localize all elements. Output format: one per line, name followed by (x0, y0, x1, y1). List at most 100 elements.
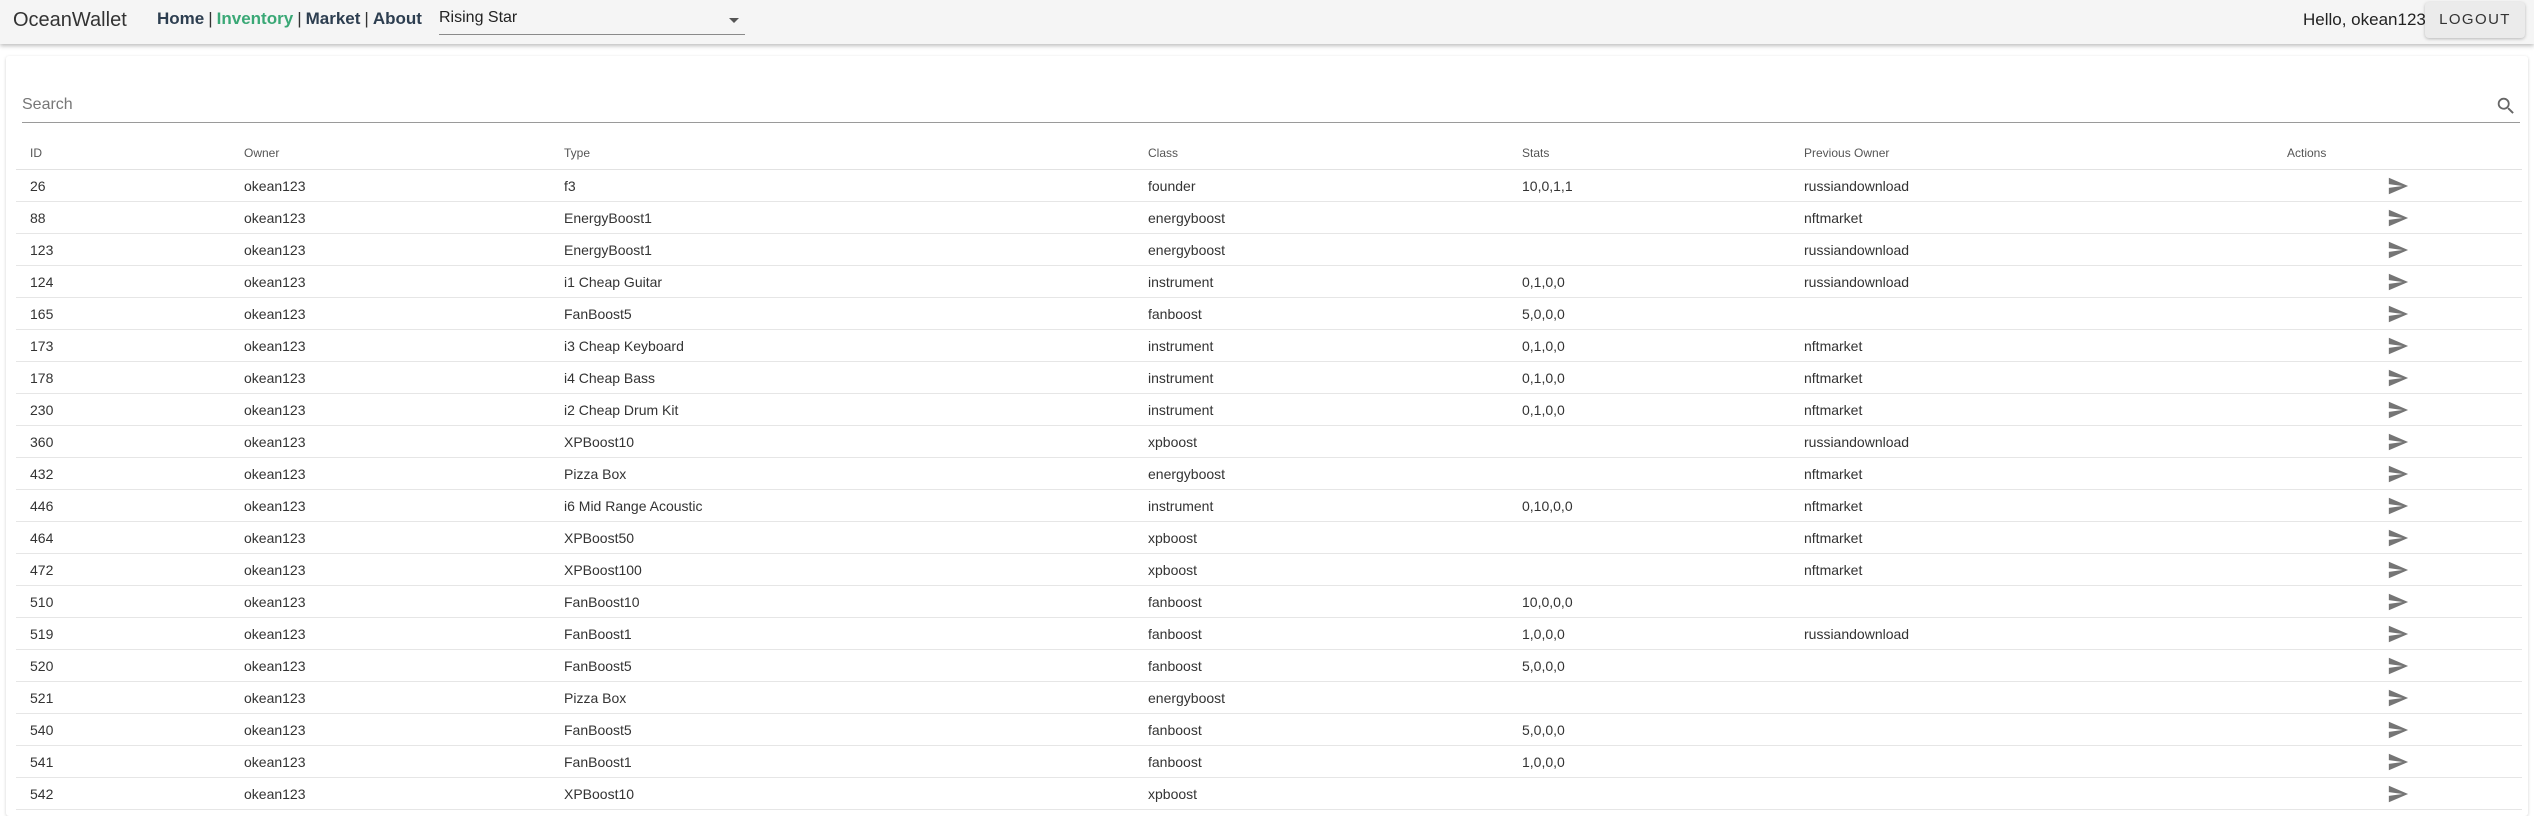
cell-type: EnergyBoost1 (550, 233, 1134, 266)
send-icon[interactable] (2387, 591, 2409, 613)
table-header-row: ID Owner Type Class Stats Previous Owner Actio… (16, 137, 2522, 170)
cell-class: instrument (1134, 361, 1508, 394)
send-icon[interactable] (2387, 719, 2409, 741)
send-icon[interactable] (2387, 559, 2409, 581)
column-header-id[interactable]: ID (16, 137, 230, 170)
table-row: 519 okean123 FanBoost1 fanboost 1,0,0,0 russi… (16, 617, 2522, 650)
user-greeting: Hello, okean123 (2303, 10, 2426, 29)
cell-actions (2273, 617, 2522, 650)
table-row: 88 okean123 EnergyBoost1 energyboost nftmark… (16, 201, 2522, 234)
cell-type: FanBoost1 (550, 745, 1134, 778)
nav-home[interactable]: Home (157, 9, 204, 28)
nav-inventory[interactable]: Inventory (217, 9, 294, 28)
send-icon[interactable] (2387, 655, 2409, 677)
cell-owner: okean123 (230, 585, 550, 618)
cell-actions (2273, 681, 2522, 714)
cell-type: Pizza Box (550, 681, 1134, 714)
cell-actions (2273, 521, 2522, 554)
column-header-owner[interactable]: Owner (230, 137, 550, 170)
cell-actions (2273, 169, 2522, 202)
cell-stats (1508, 425, 1790, 458)
cell-type: XPBoost50 (550, 521, 1134, 554)
cell-type: i1 Cheap Guitar (550, 265, 1134, 298)
nav-about[interactable]: About (373, 9, 422, 28)
send-icon[interactable] (2387, 207, 2409, 229)
cell-previous-owner: nftmarket (1790, 521, 2273, 554)
logout-button[interactable]: LOGOUT (2425, 2, 2525, 38)
brand-logo[interactable]: OceanWallet (13, 9, 127, 31)
nav-market[interactable]: Market (306, 9, 361, 28)
send-icon[interactable] (2387, 687, 2409, 709)
cell-id: 230 (16, 393, 230, 426)
send-icon[interactable] (2387, 463, 2409, 485)
cell-previous-owner (1790, 681, 2273, 714)
cell-id: 124 (16, 265, 230, 298)
cell-stats: 5,0,0,0 (1508, 713, 1790, 746)
table-row: 124 okean123 i1 Cheap Guitar instrument 0,1,… (16, 265, 2522, 298)
cell-id: 540 (16, 713, 230, 746)
send-icon[interactable] (2387, 271, 2409, 293)
cell-owner: okean123 (230, 489, 550, 522)
cell-owner: okean123 (230, 425, 550, 458)
send-icon[interactable] (2387, 751, 2409, 773)
send-icon[interactable] (2387, 783, 2409, 805)
cell-stats (1508, 681, 1790, 714)
cell-stats: 10,0,0,0 (1508, 585, 1790, 618)
column-header-stats[interactable]: Stats (1508, 137, 1790, 170)
collection-select[interactable]: Rising Star (439, 5, 745, 35)
cell-id: 360 (16, 425, 230, 458)
cell-actions (2273, 425, 2522, 458)
cell-owner: okean123 (230, 457, 550, 490)
cell-class: founder (1134, 169, 1508, 202)
table-row: 178 okean123 i4 Cheap Bass instrument 0,1,0,… (16, 361, 2522, 394)
cell-owner: okean123 (230, 265, 550, 298)
nav-separator: | (297, 9, 302, 28)
send-icon[interactable] (2387, 623, 2409, 645)
cell-previous-owner: nftmarket (1790, 457, 2273, 490)
send-icon[interactable] (2387, 303, 2409, 325)
send-icon[interactable] (2387, 367, 2409, 389)
column-header-previous-owner[interactable]: Previous Owner (1790, 137, 2273, 170)
cell-type: XPBoost10 (550, 777, 1134, 810)
cell-class: fanboost (1134, 745, 1508, 778)
cell-previous-owner (1790, 713, 2273, 746)
cell-owner: okean123 (230, 361, 550, 394)
table-row: 521 okean123 Pizza Box energyboost (16, 681, 2522, 714)
cell-class: energyboost (1134, 457, 1508, 490)
column-header-type[interactable]: Type (550, 137, 1134, 170)
cell-id: 541 (16, 745, 230, 778)
table-row: 123 okean123 EnergyBoost1 energyboost russia… (16, 233, 2522, 266)
cell-class: instrument (1134, 393, 1508, 426)
table-row: 26 okean123 f3 founder 10,0,1,1 russiandownlo… (16, 169, 2522, 202)
cell-actions (2273, 713, 2522, 746)
cell-stats (1508, 777, 1790, 810)
cell-id: 123 (16, 233, 230, 266)
cell-stats: 1,0,0,0 (1508, 617, 1790, 650)
cell-owner: okean123 (230, 329, 550, 362)
cell-stats: 0,1,0,0 (1508, 265, 1790, 298)
search-icon[interactable] (2495, 95, 2517, 117)
table-row: 540 okean123 FanBoost5 fanboost 5,0,0,0 (16, 713, 2522, 746)
search-input[interactable] (22, 94, 2462, 116)
send-icon[interactable] (2387, 175, 2409, 197)
cell-class: xpboost (1134, 425, 1508, 458)
column-header-class[interactable]: Class (1134, 137, 1508, 170)
send-icon[interactable] (2387, 335, 2409, 357)
cell-stats (1508, 553, 1790, 586)
send-icon[interactable] (2387, 495, 2409, 517)
cell-id: 173 (16, 329, 230, 362)
cell-owner: okean123 (230, 649, 550, 682)
send-icon[interactable] (2387, 527, 2409, 549)
cell-id: 88 (16, 201, 230, 234)
send-icon[interactable] (2387, 239, 2409, 261)
cell-class: xpboost (1134, 777, 1508, 810)
cell-type: XPBoost10 (550, 425, 1134, 458)
cell-actions (2273, 745, 2522, 778)
send-icon[interactable] (2387, 399, 2409, 421)
cell-stats: 0,1,0,0 (1508, 329, 1790, 362)
cell-previous-owner: nftmarket (1790, 329, 2273, 362)
collection-select-value: Rising Star (439, 9, 518, 26)
cell-id: 542 (16, 777, 230, 810)
column-header-actions[interactable]: Actions (2273, 137, 2522, 170)
send-icon[interactable] (2387, 431, 2409, 453)
